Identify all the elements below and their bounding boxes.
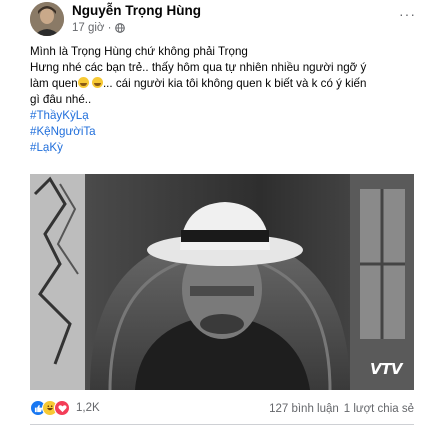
channel-watermark: VTV xyxy=(370,360,402,378)
divider xyxy=(30,424,414,425)
post-time[interactable]: 17 giờ · xyxy=(72,22,112,34)
post-text: Mình là Trọng Hùng chứ không phải Trọng … xyxy=(30,44,422,156)
post-line-suffix: ... cái người kia tôi không quen k biết … xyxy=(102,77,367,90)
grinning-emoji-icon xyxy=(77,77,89,88)
photo-image xyxy=(30,174,414,390)
post-line: Hưng nhé các bạn trẻ.. thấy hôm qua tự n… xyxy=(30,61,367,74)
post-line: Mình là Trọng Hùng chứ không phải Trọng xyxy=(30,45,248,58)
post-meta: 17 giờ · xyxy=(72,22,125,34)
post-photo[interactable]: VTV xyxy=(30,174,414,390)
post-line: gì đâu nhé.. xyxy=(30,93,92,106)
reactions-summary[interactable]: 1,2K xyxy=(30,400,100,416)
engagement-stats: 127 bình luận 1 lượt chia sẻ xyxy=(269,403,414,415)
reaction-icons xyxy=(30,400,70,416)
love-icon xyxy=(54,400,70,416)
hashtag-link[interactable]: #LạKỳ xyxy=(30,140,422,156)
more-options-button[interactable]: ··· xyxy=(399,6,416,22)
post-line: làm quen ... cái người kia tôi không que… xyxy=(30,76,422,92)
comments-count-link[interactable]: 127 bình luận xyxy=(269,403,339,415)
author-avatar[interactable] xyxy=(30,2,64,36)
grinning-emoji-icon xyxy=(91,77,103,88)
shares-count-link[interactable]: 1 lượt chia sẻ xyxy=(344,403,414,415)
hashtag-link[interactable]: #ThầyKỳLạ xyxy=(30,108,422,124)
globe-icon xyxy=(114,23,125,33)
reaction-count: 1,2K xyxy=(76,402,100,414)
hashtag-link[interactable]: #KệNgườiTa xyxy=(30,124,422,140)
post-line-prefix: làm quen xyxy=(30,77,78,90)
author-name[interactable]: Nguyễn Trọng Hùng xyxy=(72,3,201,18)
facebook-post: Nguyễn Trọng Hùng 17 giờ · ··· Mình là T… xyxy=(0,0,444,446)
